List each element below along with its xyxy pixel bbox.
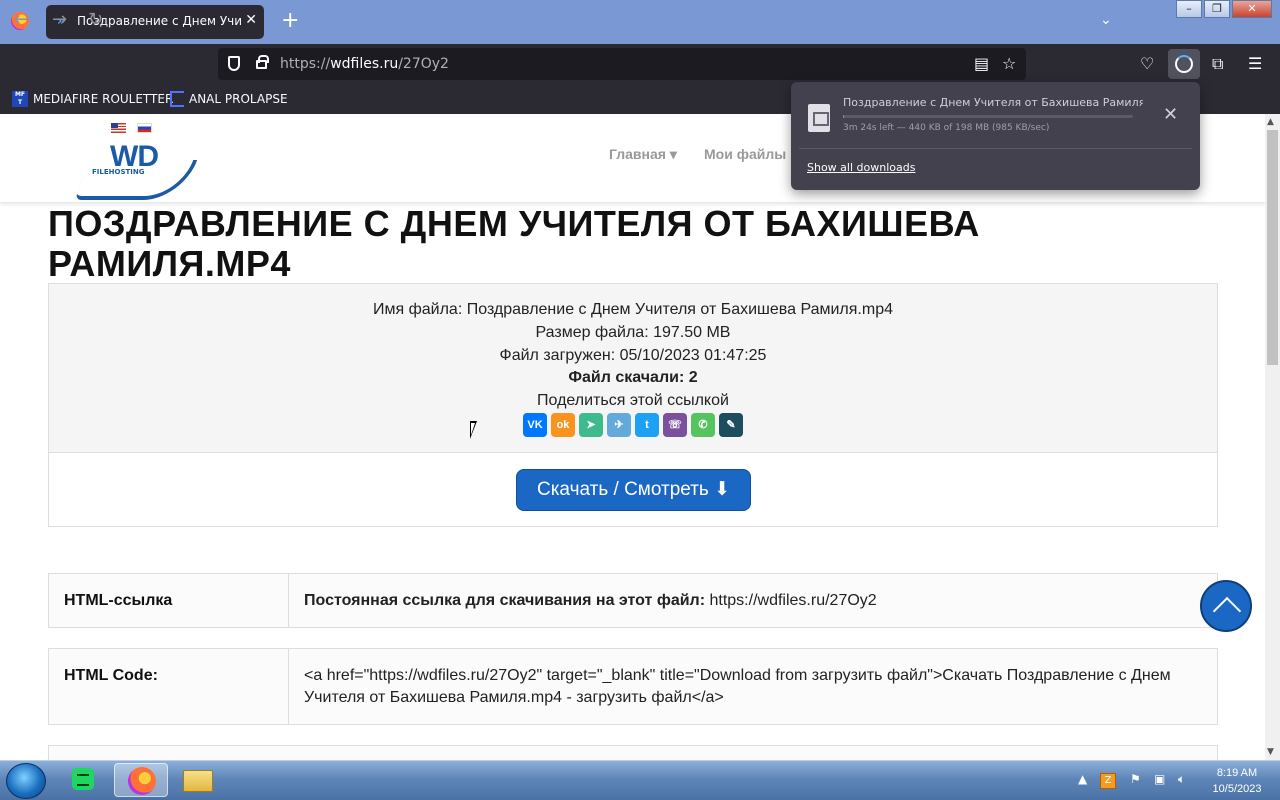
site-logo[interactable]: WD FILEHOSTING (74, 140, 198, 200)
file-size-line: Размер файла: 197.50 MB (535, 324, 731, 341)
file-uploaded-line: Файл загружен: 05/10/2023 01:47:25 (499, 347, 767, 364)
taskbar-file-explorer[interactable] (172, 763, 226, 797)
new-tab-button[interactable]: + (281, 9, 299, 33)
close-window-button[interactable]: ✕ (1232, 0, 1272, 18)
table-row (48, 745, 1218, 760)
taskbar-spotify[interactable] (62, 763, 116, 797)
share-label: Поделиться этой ссылкой (537, 392, 729, 409)
share-viber-icon[interactable]: ☏ (663, 413, 687, 437)
spotify-icon (72, 768, 94, 790)
clock-time: 8:19 AM (1216, 767, 1258, 779)
table-row: HTML-ссылка Постоянная ссылка для скачив… (48, 573, 1218, 628)
share-whatsapp-icon[interactable]: ✆ (691, 413, 715, 437)
row-value: Постоянная ссылка для скачивания на этот… (289, 574, 1217, 627)
downloads-panel: Поздравление с Днем Учителя от Бахишева … (791, 82, 1200, 190)
reload-icon[interactable]: ↻ (88, 9, 103, 31)
share-odnoklassniki-icon[interactable]: ok (551, 413, 575, 437)
pocket-icon[interactable]: ♡ (1140, 54, 1154, 74)
minimize-button[interactable]: – (1176, 0, 1202, 18)
download-status: 3m 24s left — 440 KB of 198 MB (985 KB/s… (843, 123, 1050, 133)
file-name-line: Имя файла: Поздравление с Днем Учителя о… (372, 301, 893, 318)
download-progress-fill (843, 115, 844, 118)
download-progress-icon (1175, 55, 1193, 73)
taskbar-firefox[interactable] (114, 763, 168, 797)
download-file-name[interactable]: Поздравление с Днем Учителя от Бахишева … (843, 96, 1143, 109)
share-yandex-messenger-icon[interactable]: ➤ (579, 413, 603, 437)
share-twitter-icon[interactable]: t (635, 413, 659, 437)
lock-icon[interactable] (256, 55, 269, 69)
share-livejournal-icon[interactable]: ✎ (719, 413, 743, 437)
share-telegram-icon[interactable]: ✈ (607, 413, 631, 437)
scroll-down-arrow[interactable]: ▼ (1267, 747, 1274, 757)
ru-flag-icon[interactable] (137, 123, 152, 133)
back-arrow-icon[interactable]: ← (14, 9, 29, 31)
reader-view-icon[interactable]: ▤ (974, 54, 989, 74)
share-vk-icon[interactable]: VK (523, 413, 547, 437)
tab-close-icon[interactable]: ✕ (245, 12, 257, 28)
tracking-protection-shield-icon[interactable] (228, 56, 240, 71)
download-progress-bar (843, 115, 1133, 118)
permanent-link[interactable]: https://wdfiles.ru/27Oy2 (705, 592, 876, 609)
system-clock[interactable]: 8:19 AM 10/5/2023 (1204, 765, 1270, 797)
file-downloads-line: Файл скачали: 2 (568, 369, 698, 386)
bookmark-label: MEDIAFIRE ROULETTER (33, 92, 174, 106)
cancel-download-icon[interactable]: ✕ (1163, 104, 1178, 125)
bookmark-anal-prolapse[interactable]: ANAL PROLAPSE (170, 91, 288, 107)
bookmark-label: ANAL PROLAPSE (189, 92, 288, 106)
mouse-cursor-icon (470, 421, 477, 439)
folder-icon (183, 770, 213, 792)
mediafire-icon: MF T (12, 91, 28, 107)
tray-app-icon[interactable]: Z (1100, 773, 1116, 789)
download-watch-button[interactable]: Скачать / Смотреть ⬇ (516, 469, 751, 511)
nav-home[interactable]: Главная ▾ (609, 146, 677, 163)
file-info-panel: Имя файла: Поздравление с Днем Учителя о… (49, 284, 1217, 453)
scroll-up-arrow[interactable]: ▲ (1267, 117, 1274, 127)
bookmark-folder-icon (170, 91, 184, 107)
video-file-icon (808, 104, 830, 132)
table-row: HTML Code: <a href="https://wdfiles.ru/2… (48, 648, 1218, 725)
share-buttons: VK ok ➤ ✈ t ☏ ✆ ✎ (523, 413, 743, 437)
show-all-downloads-link[interactable]: Show all downloads (807, 161, 915, 174)
row-label: HTML-ссылка (49, 574, 289, 627)
action-center-flag-icon[interactable]: ⚑ (1130, 772, 1141, 786)
divider (799, 148, 1192, 149)
extensions-icon[interactable]: ⧉ (1212, 54, 1223, 74)
row-label: HTML Code: (49, 649, 289, 724)
firefox-icon (128, 767, 156, 795)
web-page: WD FILEHOSTING Главная ▾ Мои файлы ПОЗДР… (0, 114, 1265, 760)
html-code-value[interactable]: <a href="https://wdfiles.ru/27Oy2" targe… (289, 649, 1217, 724)
list-all-tabs-icon[interactable]: ⌄ (1100, 12, 1112, 28)
nav-my-files[interactable]: Мои файлы (704, 146, 786, 162)
maximize-button[interactable]: ❐ (1204, 0, 1230, 18)
show-hidden-icons-icon[interactable]: ▲ (1078, 772, 1087, 786)
page-title: ПОЗДРАВЛЕНИЕ С ДНЕМ УЧИТЕЛЯ ОТ БАХИШЕВА … (48, 203, 980, 284)
start-button[interactable] (6, 763, 46, 799)
menu-icon[interactable]: ☰ (1248, 54, 1262, 74)
browser-tab[interactable]: » Поздравление с Днем Учителя ✕ (46, 5, 264, 39)
url-text[interactable]: https://wdfiles.ru/27Oy2 (280, 56, 449, 72)
bookmark-star-icon[interactable]: ☆ (1002, 54, 1016, 74)
forward-arrow-icon[interactable]: → (52, 9, 67, 31)
bookmark-mediafire-rouletter[interactable]: MF T MEDIAFIRE ROULETTER (12, 91, 173, 107)
network-icon[interactable]: ▣ (1154, 772, 1165, 786)
logo-subtitle: FILEHOSTING (92, 168, 145, 176)
scrollbar-thumb[interactable] (1267, 130, 1278, 365)
permanent-link-label: Постоянная ссылка для скачивания на этот… (304, 592, 706, 609)
volume-icon[interactable]: 🔈︎ (1178, 772, 1185, 787)
clock-date: 10/5/2023 (1212, 783, 1262, 795)
file-info-box: Имя файла: Поздравление с Днем Учителя о… (48, 283, 1218, 527)
scroll-to-top-button[interactable] (1200, 580, 1252, 632)
us-flag-icon[interactable] (111, 123, 126, 133)
